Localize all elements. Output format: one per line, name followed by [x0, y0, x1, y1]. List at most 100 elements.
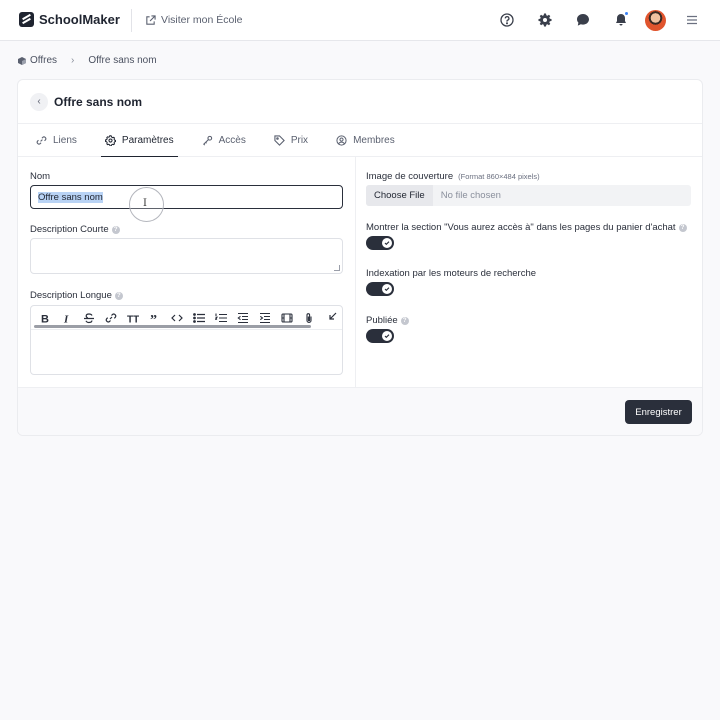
bold-icon[interactable]: B [38, 311, 51, 324]
chevron-left-icon: ‹ [37, 96, 41, 107]
tab-parametres[interactable]: Paramètres [100, 124, 178, 157]
menu-button[interactable] [680, 8, 704, 32]
media-icon[interactable] [280, 311, 293, 324]
short-description-textarea[interactable] [30, 238, 343, 274]
breadcrumb-offres-link[interactable]: Offres [18, 55, 57, 66]
offer-card: ‹ Offre sans nom Liens Paramètres Accès … [17, 79, 703, 436]
link-icon [36, 135, 47, 145]
toggle-knob [382, 284, 392, 294]
tabs: Liens Paramètres Accès Prix Membres [18, 124, 702, 157]
tab-label: Prix [290, 134, 309, 146]
link-icon[interactable] [104, 311, 117, 324]
svg-text:I: I [63, 313, 69, 324]
notifications-button[interactable] [609, 8, 633, 32]
tab-liens[interactable]: Liens [34, 124, 79, 156]
breadcrumb-current: Offre sans nom [88, 55, 157, 66]
check-icon [384, 334, 390, 339]
card-footer: Enregistrer [18, 387, 702, 435]
save-button[interactable]: Enregistrer [625, 400, 692, 424]
published-label: Publiée ? [366, 315, 409, 326]
cover-image-label: Image de couverture (Format 860×484 pixe… [366, 171, 540, 182]
svg-text:”: ” [150, 313, 157, 324]
name-label: Nom [30, 171, 50, 182]
toggle-knob [382, 331, 392, 341]
card-header: ‹ Offre sans nom [18, 80, 702, 124]
published-toggle[interactable] [366, 329, 394, 343]
italic-icon[interactable]: I [60, 311, 73, 324]
name-input-value: Offre sans nom [38, 191, 103, 203]
box-icon [18, 56, 26, 65]
check-icon [384, 241, 390, 246]
top-navbar: SchoolMaker Visiter mon École [0, 0, 720, 41]
logo-mark-icon [19, 12, 34, 27]
cover-image-hint: (Format 860×484 pixels) [458, 172, 540, 181]
attach-icon[interactable] [302, 311, 315, 324]
gear-icon [104, 134, 116, 146]
cover-image-file-input: Choose File No file chosen [366, 185, 691, 206]
indexing-toggle[interactable] [366, 282, 394, 296]
file-status: No file chosen [440, 190, 501, 201]
show-section-toggle[interactable] [366, 236, 394, 250]
tab-label: Liens [53, 134, 77, 146]
numbered-list-icon[interactable] [214, 311, 227, 324]
bullet-list-icon[interactable] [192, 311, 205, 324]
settings-button[interactable] [533, 8, 557, 32]
help-icon[interactable]: ? [678, 223, 687, 232]
tag-icon [274, 134, 285, 146]
long-desc-label-text: Description Longue [30, 290, 112, 301]
show-section-label-text: Montrer la section "Vous aurez accès à" … [366, 222, 676, 233]
logo[interactable]: SchoolMaker [19, 12, 120, 27]
tab-label: Paramètres [121, 134, 174, 146]
chevron-right-icon: › [71, 55, 75, 66]
text-cursor-icon: I [143, 198, 147, 209]
chat-icon [577, 14, 589, 26]
key-icon [202, 135, 212, 145]
external-link-icon [146, 14, 156, 25]
name-input[interactable]: Offre sans nom [30, 185, 343, 209]
tab-acces[interactable]: Accès [200, 124, 248, 156]
avatar[interactable] [645, 9, 666, 31]
tab-membres[interactable]: Membres [334, 124, 397, 156]
indexing-label-text: Indexation par les moteurs de recherche [366, 268, 537, 279]
choose-file-button[interactable]: Choose File [366, 185, 433, 206]
indent-icon[interactable] [258, 311, 271, 324]
back-button[interactable]: ‹ [30, 92, 48, 111]
heading-icon[interactable]: TT [126, 311, 139, 324]
form-body: Nom Offre sans nom I Description Courte … [18, 157, 702, 387]
short-desc-label: Description Courte ? [30, 224, 120, 235]
show-section-label: Montrer la section "Vous aurez accès à" … [366, 222, 687, 233]
tab-label: Accès [218, 134, 246, 146]
help-icon[interactable]: ? [111, 225, 120, 234]
logo-text: SchoolMaker [39, 12, 120, 27]
user-circle-icon [336, 134, 347, 146]
column-divider [355, 157, 356, 387]
visit-school-label: Visiter mon École [161, 14, 243, 26]
published-label-text: Publiée [366, 315, 398, 326]
collapse-icon[interactable] [324, 311, 337, 324]
long-description-editor[interactable]: B I TT ” [30, 305, 343, 375]
breadcrumb-root: Offres [30, 55, 58, 66]
help-button[interactable] [495, 8, 519, 32]
strikethrough-icon[interactable] [82, 311, 95, 324]
code-icon[interactable] [170, 311, 183, 324]
tab-label: Membres [353, 134, 395, 146]
toolbar-scrollbar[interactable] [34, 325, 311, 328]
toggle-knob [382, 238, 392, 248]
name-label-text: Nom [30, 171, 51, 182]
help-icon [500, 13, 514, 27]
visit-school-link[interactable]: Visiter mon École [145, 14, 243, 26]
quote-icon[interactable]: ” [148, 311, 161, 324]
messages-button[interactable] [571, 8, 595, 32]
editor-toolbar: B I TT ” [31, 306, 342, 330]
outdent-icon[interactable] [236, 311, 249, 324]
help-icon[interactable]: ? [114, 291, 123, 300]
gear-icon [538, 13, 552, 27]
menu-icon [687, 15, 697, 25]
help-icon[interactable]: ? [400, 316, 409, 325]
svg-text:TT: TT [127, 314, 139, 324]
check-icon [384, 287, 390, 292]
tab-prix[interactable]: Prix [272, 124, 310, 156]
notification-dot [624, 11, 629, 16]
page-title: Offre sans nom [54, 94, 143, 109]
short-desc-label-text: Description Courte [30, 224, 109, 235]
